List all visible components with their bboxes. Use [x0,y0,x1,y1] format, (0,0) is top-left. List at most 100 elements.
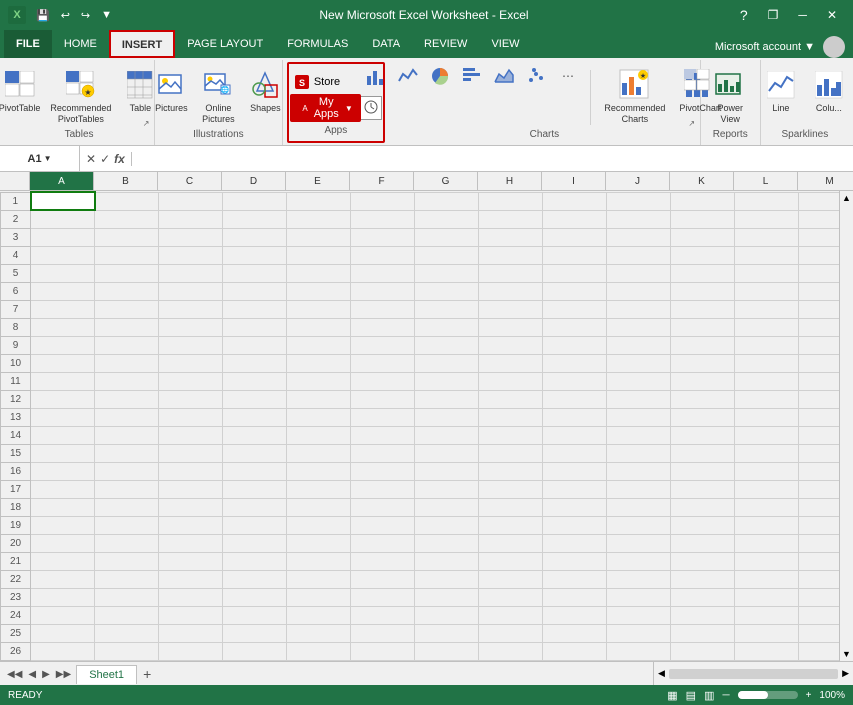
minimize-button[interactable]: ─ [790,6,815,24]
cell-D5[interactable] [223,264,287,282]
add-sheet-button[interactable]: + [137,666,157,682]
cell-C17[interactable] [159,480,223,498]
cell-H24[interactable] [479,606,543,624]
cell-A12[interactable] [31,390,95,408]
cell-B7[interactable] [95,300,159,318]
cell-M13[interactable] [799,408,840,426]
cell-A21[interactable] [31,552,95,570]
cell-D19[interactable] [223,516,287,534]
shapes-button[interactable]: Shapes [243,66,287,116]
cell-C26[interactable] [159,642,223,660]
cell-F20[interactable] [351,534,415,552]
cell-I1[interactable] [543,192,607,210]
cell-E25[interactable] [287,624,351,642]
cell-E3[interactable] [287,228,351,246]
cell-C18[interactable] [159,498,223,516]
cell-D23[interactable] [223,588,287,606]
cell-E8[interactable] [287,318,351,336]
cell-H22[interactable] [479,570,543,588]
cell-K14[interactable] [671,426,735,444]
cell-B17[interactable] [95,480,159,498]
cell-J8[interactable] [607,318,671,336]
cell-L22[interactable] [735,570,799,588]
cell-I4[interactable] [543,246,607,264]
cell-D22[interactable] [223,570,287,588]
cell-B18[interactable] [95,498,159,516]
column-sparkline-button[interactable]: Colu... [807,66,851,116]
cell-K22[interactable] [671,570,735,588]
cell-B1[interactable] [95,192,159,210]
cell-C4[interactable] [159,246,223,264]
cell-C8[interactable] [159,318,223,336]
cell-D21[interactable] [223,552,287,570]
cell-G19[interactable] [415,516,479,534]
charts-dialog-launcher[interactable]: ↗ [686,117,698,129]
cell-L26[interactable] [735,642,799,660]
cell-K13[interactable] [671,408,735,426]
bar-chart-button[interactable] [460,66,484,86]
col-header-d[interactable]: D [222,172,286,190]
cell-B25[interactable] [95,624,159,642]
cell-C25[interactable] [159,624,223,642]
cell-F8[interactable] [351,318,415,336]
cell-G6[interactable] [415,282,479,300]
zoom-slider[interactable] [738,691,798,699]
cell-F26[interactable] [351,642,415,660]
row-number[interactable]: 17 [1,480,31,498]
cell-L2[interactable] [735,210,799,228]
cell-K12[interactable] [671,390,735,408]
row-number[interactable]: 4 [1,246,31,264]
cell-B6[interactable] [95,282,159,300]
horizontal-scrollbar[interactable]: ◀ ▶ [653,662,853,685]
name-box[interactable]: A1 ▼ [0,146,80,171]
view-normal-button[interactable]: ▦ [667,689,677,702]
scroll-left-button[interactable]: ◀ [654,666,669,681]
cell-H3[interactable] [479,228,543,246]
cell-E22[interactable] [287,570,351,588]
scroll-down-button[interactable]: ▼ [840,647,853,661]
cell-E10[interactable] [287,354,351,372]
cell-G8[interactable] [415,318,479,336]
cell-A20[interactable] [31,534,95,552]
cell-A26[interactable] [31,642,95,660]
cell-K16[interactable] [671,462,735,480]
cell-B10[interactable] [95,354,159,372]
cell-E11[interactable] [287,372,351,390]
tab-review[interactable]: REVIEW [412,30,479,58]
cell-M4[interactable] [799,246,840,264]
cell-I14[interactable] [543,426,607,444]
cell-L3[interactable] [735,228,799,246]
cell-A19[interactable] [31,516,95,534]
myapps-button[interactable]: A My Apps ▼ [290,94,361,122]
cell-J16[interactable] [607,462,671,480]
cell-L13[interactable] [735,408,799,426]
cell-B19[interactable] [95,516,159,534]
cell-G12[interactable] [415,390,479,408]
tab-home[interactable]: HOME [52,30,109,58]
cell-B12[interactable] [95,390,159,408]
cell-J10[interactable] [607,354,671,372]
other-charts-button[interactable]: ⋯ [556,66,580,86]
cell-H4[interactable] [479,246,543,264]
cell-L12[interactable] [735,390,799,408]
row-number[interactable]: 10 [1,354,31,372]
cell-J3[interactable] [607,228,671,246]
recommended-charts-button[interactable]: ★ RecommendedCharts [601,66,668,128]
cell-K8[interactable] [671,318,735,336]
cell-H23[interactable] [479,588,543,606]
cell-J5[interactable] [607,264,671,282]
scroll-right-button[interactable]: ▶ [838,666,853,681]
cell-E26[interactable] [287,642,351,660]
cell-F5[interactable] [351,264,415,282]
tab-view[interactable]: VIEW [479,30,531,58]
cell-I3[interactable] [543,228,607,246]
cell-M16[interactable] [799,462,840,480]
cell-I12[interactable] [543,390,607,408]
cell-K15[interactable] [671,444,735,462]
cell-C6[interactable] [159,282,223,300]
cell-H15[interactable] [479,444,543,462]
cell-F18[interactable] [351,498,415,516]
cell-J20[interactable] [607,534,671,552]
cell-M5[interactable] [799,264,840,282]
cell-G26[interactable] [415,642,479,660]
